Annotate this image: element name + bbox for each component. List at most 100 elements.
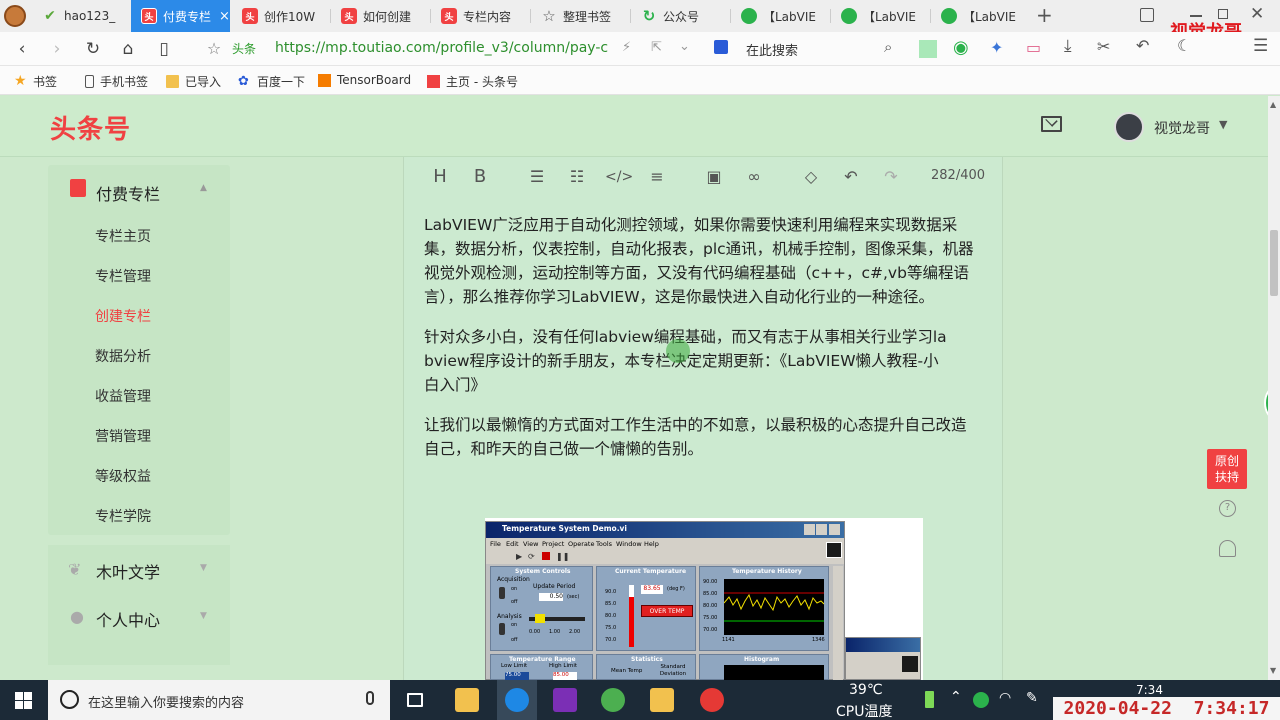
abort-icon[interactable] <box>542 552 550 560</box>
task-view-icon[interactable] <box>407 693 423 707</box>
sidebar-item-revenue[interactable]: 收益管理 <box>95 386 151 406</box>
labview-menu-view[interactable]: View <box>523 540 538 548</box>
taskbar-search-input[interactable]: 在这里输入你要搜索的内容 <box>88 692 244 711</box>
tab-create[interactable]: 头 创作10W <box>232 0 328 32</box>
sidebar-item-marketing[interactable]: 营销管理 <box>95 426 151 446</box>
reader-icon[interactable]: ▯ <box>153 38 175 60</box>
lightning-icon[interactable]: ⚡ <box>622 40 631 55</box>
heading-icon[interactable]: H <box>428 165 452 189</box>
image-icon[interactable]: ▣ <box>702 165 726 189</box>
sidebar-item-column-home[interactable]: 专栏主页 <box>95 226 151 246</box>
labview-menu-project[interactable]: Project <box>542 540 564 548</box>
tab-labview-1[interactable]: 【LabVIE <box>731 0 829 32</box>
onenote-icon[interactable] <box>553 688 577 712</box>
gamepad-icon[interactable]: ▭ <box>1026 38 1041 57</box>
windows-start-icon[interactable] <box>15 692 32 709</box>
labview-max-icon[interactable] <box>816 524 827 535</box>
update-slider-thumb[interactable] <box>535 614 545 623</box>
wechat-tray-icon[interactable] <box>973 692 989 708</box>
media-taskbar-icon[interactable] <box>700 688 724 712</box>
shirt-icon[interactable] <box>1140 8 1154 22</box>
url-field[interactable]: https://mp.toutiao.com/profile_v3/column… <box>275 40 608 56</box>
green-app-icon[interactable] <box>601 688 625 712</box>
scrollbar-thumb[interactable] <box>1270 230 1278 296</box>
extension-green-icon[interactable] <box>919 40 937 58</box>
minimize-icon[interactable] <box>1190 15 1202 17</box>
sidebar-item-create-column[interactable]: 创建专栏 <box>95 306 151 326</box>
forward-icon[interactable]: › <box>46 38 68 60</box>
pen-icon[interactable]: ✎ <box>1026 690 1038 706</box>
eraser-icon[interactable]: ◇ <box>799 165 823 189</box>
bookmark-tensorboard[interactable]: TensorBoard <box>318 73 411 87</box>
bookmark-mobile[interactable]: 手机书签 <box>85 73 148 90</box>
update-period-field[interactable]: 0.50 <box>539 593 563 601</box>
labview-menu-window[interactable]: Window <box>616 540 642 548</box>
tab-official-account[interactable]: ↻ 公众号 <box>631 0 729 32</box>
bookmark-baidu[interactable]: ✿ 百度一下 <box>238 73 305 90</box>
tab-column-content[interactable]: 头 专栏内容 <box>431 0 529 32</box>
scissors-icon[interactable]: ✂ <box>1097 37 1110 56</box>
menu-icon[interactable]: ☰ <box>1253 36 1268 56</box>
labview-taskbar-icon[interactable] <box>650 688 674 712</box>
page-scrollbar[interactable]: ▲ ▼ <box>1268 96 1280 680</box>
labview-menu-operate[interactable]: Operate <box>568 540 594 548</box>
favorite-star-icon[interactable]: ☆ <box>203 38 225 60</box>
back-icon[interactable]: ‹ <box>11 38 33 60</box>
acquisition-switch[interactable] <box>499 587 505 599</box>
username[interactable]: 视觉龙哥 <box>1154 118 1210 138</box>
bird-icon[interactable]: ✦ <box>990 38 1003 57</box>
clock-time[interactable]: 7:34 <box>1136 683 1163 697</box>
caret-down-icon[interactable]: ▼ <box>1219 118 1227 131</box>
link-icon[interactable]: ∞ <box>742 165 766 189</box>
bookmark-imported[interactable]: 已导入 <box>166 73 221 90</box>
sidebar-item-column-manage[interactable]: 专栏管理 <box>95 266 151 286</box>
help-icon[interactable]: ? <box>1219 500 1236 517</box>
analysis-switch[interactable] <box>499 623 505 635</box>
sidebar-item-academy[interactable]: 专栏学院 <box>95 506 151 526</box>
tab-how-create[interactable]: 头 如何创建 <box>331 0 429 32</box>
numbered-list-icon[interactable]: ☷ <box>565 165 589 189</box>
download-icon[interactable]: ⤓ <box>1064 36 1072 56</box>
sidebar-item-data-analysis[interactable]: 数据分析 <box>95 346 151 366</box>
search-icon[interactable]: ⌕ <box>884 38 892 56</box>
microphone-icon[interactable] <box>366 691 374 705</box>
avatar[interactable] <box>1114 112 1144 142</box>
browser-avatar-icon[interactable] <box>4 5 26 27</box>
undo-icon[interactable]: ↶ <box>1136 36 1149 55</box>
tab-labview-3[interactable]: 【LabVIE <box>931 0 1029 32</box>
redo-icon[interactable]: ↷ <box>879 165 903 189</box>
paragraph-2[interactable]: 针对众多小白，没有任何labview编程基础，而又有志于从事相关行业学习labv… <box>424 325 954 397</box>
home-icon[interactable]: ⌂ <box>117 38 139 60</box>
taskbar-search-box[interactable]: 在这里输入你要搜索的内容 <box>48 680 390 720</box>
run-icon[interactable]: ▶ <box>516 552 522 561</box>
wifi-icon[interactable]: ◠ <box>999 690 1011 706</box>
eye-icon[interactable]: ◉ <box>953 37 969 58</box>
code-icon[interactable]: </> <box>605 165 633 189</box>
new-tab-button[interactable]: + <box>1036 3 1053 27</box>
battery-icon[interactable] <box>925 691 934 708</box>
tray-chevron-up-icon[interactable]: ⌃ <box>950 689 962 705</box>
divider-icon[interactable]: ≡ <box>645 165 669 189</box>
mail-icon[interactable] <box>1041 114 1062 132</box>
run-continuous-icon[interactable]: ⟳ <box>528 552 535 561</box>
scroll-up-icon[interactable]: ▲ <box>1270 100 1276 109</box>
labview-menu-tools[interactable]: Tools <box>596 540 612 548</box>
bookmark-bookmarks[interactable]: ★ 书签 <box>14 73 57 90</box>
bold-icon[interactable]: B <box>468 165 492 189</box>
close-window-icon[interactable]: ✕ <box>1250 4 1264 24</box>
headset-icon[interactable] <box>1219 540 1236 557</box>
labview-menu-edit[interactable]: Edit <box>506 540 519 548</box>
paragraph-1[interactable]: LabVIEW广泛应用于自动化测控领域，如果你需要快速利用编程来实现数据采集，数… <box>424 213 980 309</box>
collapse-icon[interactable]: ▲ <box>200 183 207 193</box>
sidebar-item-level[interactable]: 等级权益 <box>95 466 151 486</box>
original-support-button[interactable]: 原创扶持 <box>1207 449 1247 489</box>
chevron-down-icon[interactable]: ⌄ <box>679 39 690 54</box>
tab-hao123[interactable]: ✔ hao123_ <box>32 0 130 32</box>
labview-min-icon[interactable] <box>804 524 815 535</box>
sidebar-section-title[interactable]: 付费专栏 <box>96 181 160 205</box>
labview-menu-help[interactable]: Help <box>644 540 659 548</box>
browser-taskbar-icon[interactable] <box>497 680 537 720</box>
paragraph-3[interactable]: 让我们以最懒惰的方式面对工作生活中的不如意，以最积极的心态提升自己改造自己，和昨… <box>424 413 980 461</box>
tab-labview-2[interactable]: 【LabVIE <box>831 0 929 32</box>
sidebar-section-literature[interactable]: 木叶文学 <box>96 559 160 583</box>
